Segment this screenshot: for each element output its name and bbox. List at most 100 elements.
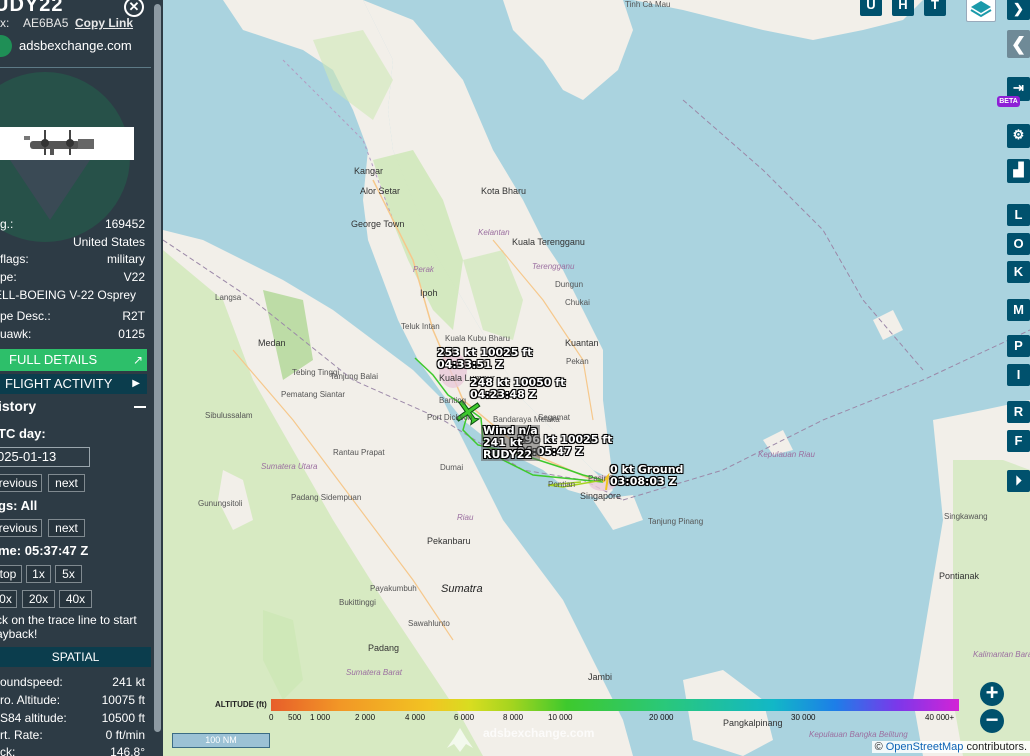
- side-button-m[interactable]: M: [1007, 299, 1030, 321]
- place-label: Sibulussalam: [205, 411, 253, 420]
- toolbar-button-u[interactable]: U: [860, 0, 882, 16]
- side-button-l[interactable]: L: [1007, 204, 1030, 226]
- speed-10x-button[interactable]: 0x: [0, 590, 17, 608]
- aircraft-photo[interactable]: [0, 127, 134, 160]
- place-label: Gunungsitoli: [198, 499, 243, 508]
- replay-button[interactable]: ⏵: [1007, 470, 1030, 492]
- place-label: Tanjung Balai: [330, 372, 379, 381]
- place-label: George Town: [351, 219, 405, 229]
- stop-button[interactable]: top: [0, 565, 22, 583]
- previous-flag-button[interactable]: revious: [0, 519, 42, 537]
- country-value: United States: [72, 235, 145, 249]
- place-label: Pekan: [566, 357, 589, 366]
- toolbar-button-t[interactable]: T: [924, 0, 946, 16]
- layers-button[interactable]: [966, 0, 996, 22]
- baro-altitude-label: ro. Altitude:: [0, 693, 61, 707]
- expand-right-button[interactable]: ❯: [1007, 0, 1030, 20]
- side-button-p[interactable]: P: [1007, 335, 1030, 357]
- copy-link-button[interactable]: Copy Link: [75, 16, 133, 30]
- flight-activity-button[interactable]: FLIGHT ACTIVITY ▶: [0, 374, 147, 394]
- zoom-out-button[interactable]: −: [980, 709, 1004, 733]
- side-button-i[interactable]: I: [1007, 364, 1030, 386]
- place-label: Kepulauan Riau: [758, 450, 815, 459]
- history-section-title[interactable]: istory: [0, 398, 36, 414]
- selected-aircraft-label[interactable]: Wind n/a 241 kt RUDY22: [481, 425, 540, 461]
- place-label: Kangar: [354, 166, 384, 176]
- divider: [0, 67, 151, 68]
- place-label: Pekanbaru: [427, 536, 471, 546]
- track-value: 146.8°: [110, 745, 145, 756]
- place-label: Padang: [368, 643, 400, 653]
- adsbexchange-logo-icon: [0, 35, 12, 57]
- zoom-in-button[interactable]: +: [980, 682, 1004, 706]
- side-button-r[interactable]: R: [1007, 401, 1030, 423]
- altitude-tick: 4 000: [405, 713, 426, 722]
- db-flags-value: military: [107, 252, 145, 266]
- close-icon[interactable]: ✕: [124, 0, 144, 17]
- next-day-button[interactable]: next: [48, 474, 85, 492]
- chevron-right-icon: ▶: [132, 378, 140, 389]
- stats-button[interactable]: ▟: [1007, 159, 1030, 183]
- trace-hint: ck on the trace line to start ayback!: [0, 613, 137, 641]
- place-label: Kuala Kubu Bharu: [445, 334, 510, 343]
- side-button-f[interactable]: F: [1007, 430, 1030, 452]
- groundspeed-value: 241 kt: [112, 675, 145, 689]
- trace-label[interactable]: 248 kt 10050 ft 04:23:48 Z: [470, 377, 565, 401]
- map-attribution: © OpenStreetMap contributors.: [871, 741, 1030, 753]
- altitude-tick: 500: [288, 713, 302, 722]
- map-view[interactable]: Tinh Cà Mau Kangar Alor Setar Kota Bharu…: [163, 0, 1030, 756]
- groundspeed-label: oundspeed:: [0, 675, 63, 689]
- side-button-o[interactable]: O: [1007, 233, 1030, 255]
- place-label: Sumatera Utara: [261, 462, 318, 471]
- place-label: Dungun: [555, 280, 584, 289]
- place-label: Port Dickson: [427, 413, 473, 422]
- place-label: Chukai: [565, 298, 590, 307]
- flags-filter-label: gs: All: [0, 498, 38, 513]
- side-button-k[interactable]: K: [1007, 261, 1030, 283]
- place-label: Medan: [258, 338, 286, 348]
- beta-badge: BETA: [997, 96, 1020, 107]
- next-flag-button[interactable]: next: [48, 519, 85, 537]
- spatial-section-header[interactable]: SPATIAL: [0, 647, 151, 667]
- place-label: Kota Bharu: [481, 186, 527, 196]
- previous-day-button[interactable]: revious: [0, 474, 42, 492]
- utc-day-label: TC day:: [0, 426, 46, 441]
- altitude-tick: 0: [269, 713, 274, 722]
- trace-label[interactable]: 0 kt Ground 03:08:03 Z: [610, 464, 683, 488]
- squawk-label: uawk:: [0, 327, 32, 341]
- settings-button[interactable]: ⚙: [1007, 124, 1030, 148]
- sidebar-scrollbar[interactable]: [154, 4, 161, 732]
- speed-40x-button[interactable]: 40x: [59, 590, 92, 608]
- toolbar-button-h[interactable]: H: [892, 0, 914, 16]
- source-site-link[interactable]: adsbexchange.com: [19, 38, 132, 53]
- type-label: pe:: [0, 270, 17, 284]
- place-label: Banting: [439, 396, 467, 405]
- aircraft-info-sidebar: UDY22 ✕ x: AE6BA5 Copy Link adsbexchange…: [0, 0, 163, 756]
- place-label: Langsa: [215, 293, 242, 302]
- place-label: Sumatera Barat: [346, 668, 403, 677]
- osprey-silhouette-icon: [24, 130, 94, 155]
- type-desc-label: pe Desc.:: [0, 309, 51, 323]
- place-label: Singapore: [580, 491, 622, 501]
- trace-label-line2: 03:08:03 Z: [610, 475, 677, 488]
- speed-1x-button[interactable]: 1x: [26, 565, 51, 583]
- place-label: Singkawang: [944, 512, 988, 521]
- speed-20x-button[interactable]: 20x: [22, 590, 55, 608]
- altitude-tick: 30 000: [791, 713, 816, 722]
- collapse-left-button[interactable]: ❮: [1007, 30, 1030, 58]
- type-full-name: ELL-BOEING V-22 Osprey: [0, 288, 137, 302]
- date-input[interactable]: 025-01-13: [0, 447, 90, 467]
- place-label: Riau: [457, 513, 474, 522]
- openstreetmap-link[interactable]: OpenStreetMap: [886, 741, 964, 753]
- place-label: Tanjung Pinang: [648, 517, 704, 526]
- collapse-icon[interactable]: [134, 406, 146, 408]
- login-icon: ⇥: [1013, 80, 1024, 95]
- place-label: Rantau Prapat: [333, 448, 385, 457]
- attribution-suffix: contributors.: [966, 741, 1027, 753]
- scale-bar[interactable]: 100 NM: [172, 733, 270, 748]
- speed-5x-button[interactable]: 5x: [55, 565, 82, 583]
- full-details-button[interactable]: FULL DETAILS ↗: [0, 349, 147, 371]
- photo-background-shape: [10, 160, 90, 220]
- place-label: Terengganu: [532, 262, 575, 271]
- trace-label[interactable]: 253 kt 10025 ft 04:33:51 Z: [437, 347, 532, 371]
